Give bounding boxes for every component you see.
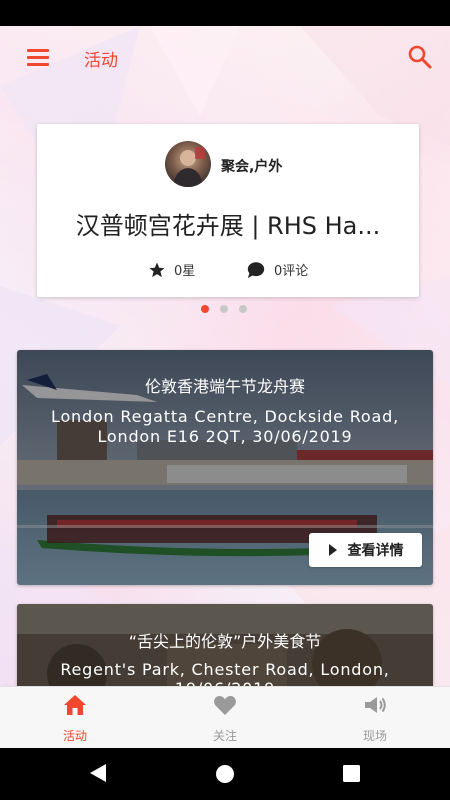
star-icon bbox=[149, 262, 165, 277]
stars-count[interactable]: 0星 bbox=[148, 260, 195, 279]
carousel-dot-1[interactable] bbox=[201, 305, 209, 313]
search-icon[interactable] bbox=[407, 44, 433, 70]
page-title: 活动 bbox=[84, 51, 118, 71]
event-card[interactable]: “舌尖上的伦敦”户外美食节 Regent's Park, Chester Roa… bbox=[17, 604, 433, 694]
comments-label: 0评论 bbox=[274, 264, 309, 279]
nav-tab-live[interactable]: 现场 bbox=[300, 687, 450, 749]
view-details-label: 查看详情 bbox=[347, 543, 404, 559]
event-address-line2: London E16 2QT, 30/06/2019 bbox=[97, 427, 353, 446]
bottom-navigation: 活动 关注 现场 bbox=[0, 686, 450, 748]
event-title: 伦敦香港端午节龙舟赛 bbox=[144, 377, 305, 396]
nav-label: 关注 bbox=[212, 729, 237, 743]
nav-label: 现场 bbox=[362, 729, 387, 743]
menu-icon[interactable] bbox=[27, 48, 49, 66]
featured-event-card[interactable]: 聚会,户外 汉普顿宫花卉展 | RHS Ha... 0星 0评论 bbox=[37, 124, 419, 297]
view-details-button[interactable]: 查看详情 bbox=[309, 533, 422, 567]
event-address-line1: Regent's Park, Chester Road, London, bbox=[60, 660, 390, 679]
play-arrow-icon bbox=[328, 544, 337, 556]
nav-tab-following[interactable]: 关注 bbox=[150, 687, 300, 749]
comments-count[interactable]: 0评论 bbox=[246, 260, 308, 279]
carousel-indicator bbox=[201, 305, 258, 313]
app-bar bbox=[0, 26, 450, 90]
event-address-line1: London Regatta Centre, Dockside Road, bbox=[51, 407, 399, 426]
system-navigation-bar bbox=[0, 748, 450, 800]
nav-label: 活动 bbox=[62, 729, 87, 743]
avatar bbox=[165, 141, 211, 187]
carousel-dot-2[interactable] bbox=[220, 305, 228, 313]
event-title: “舌尖上的伦敦”户外美食节 bbox=[128, 632, 322, 651]
carousel-dot-3[interactable] bbox=[239, 305, 247, 313]
back-triangle-icon[interactable] bbox=[89, 763, 107, 783]
megaphone-icon bbox=[365, 697, 386, 713]
featured-event-title: 汉普顿宫花卉展 | RHS Ha... bbox=[75, 212, 381, 240]
event-card[interactable]: 伦敦香港端午节龙舟赛 London Regatta Centre, Docksi… bbox=[17, 350, 433, 585]
heart-icon bbox=[214, 696, 236, 715]
nav-tab-activities[interactable]: 活动 bbox=[0, 687, 150, 749]
comment-bubble-icon bbox=[247, 261, 265, 278]
event-category: 聚会,户外 bbox=[221, 159, 283, 175]
status-bar bbox=[0, 0, 450, 26]
recents-square-icon[interactable] bbox=[343, 765, 360, 782]
stars-label: 0星 bbox=[174, 264, 196, 279]
home-icon bbox=[64, 695, 86, 715]
home-circle-icon[interactable] bbox=[215, 764, 235, 784]
